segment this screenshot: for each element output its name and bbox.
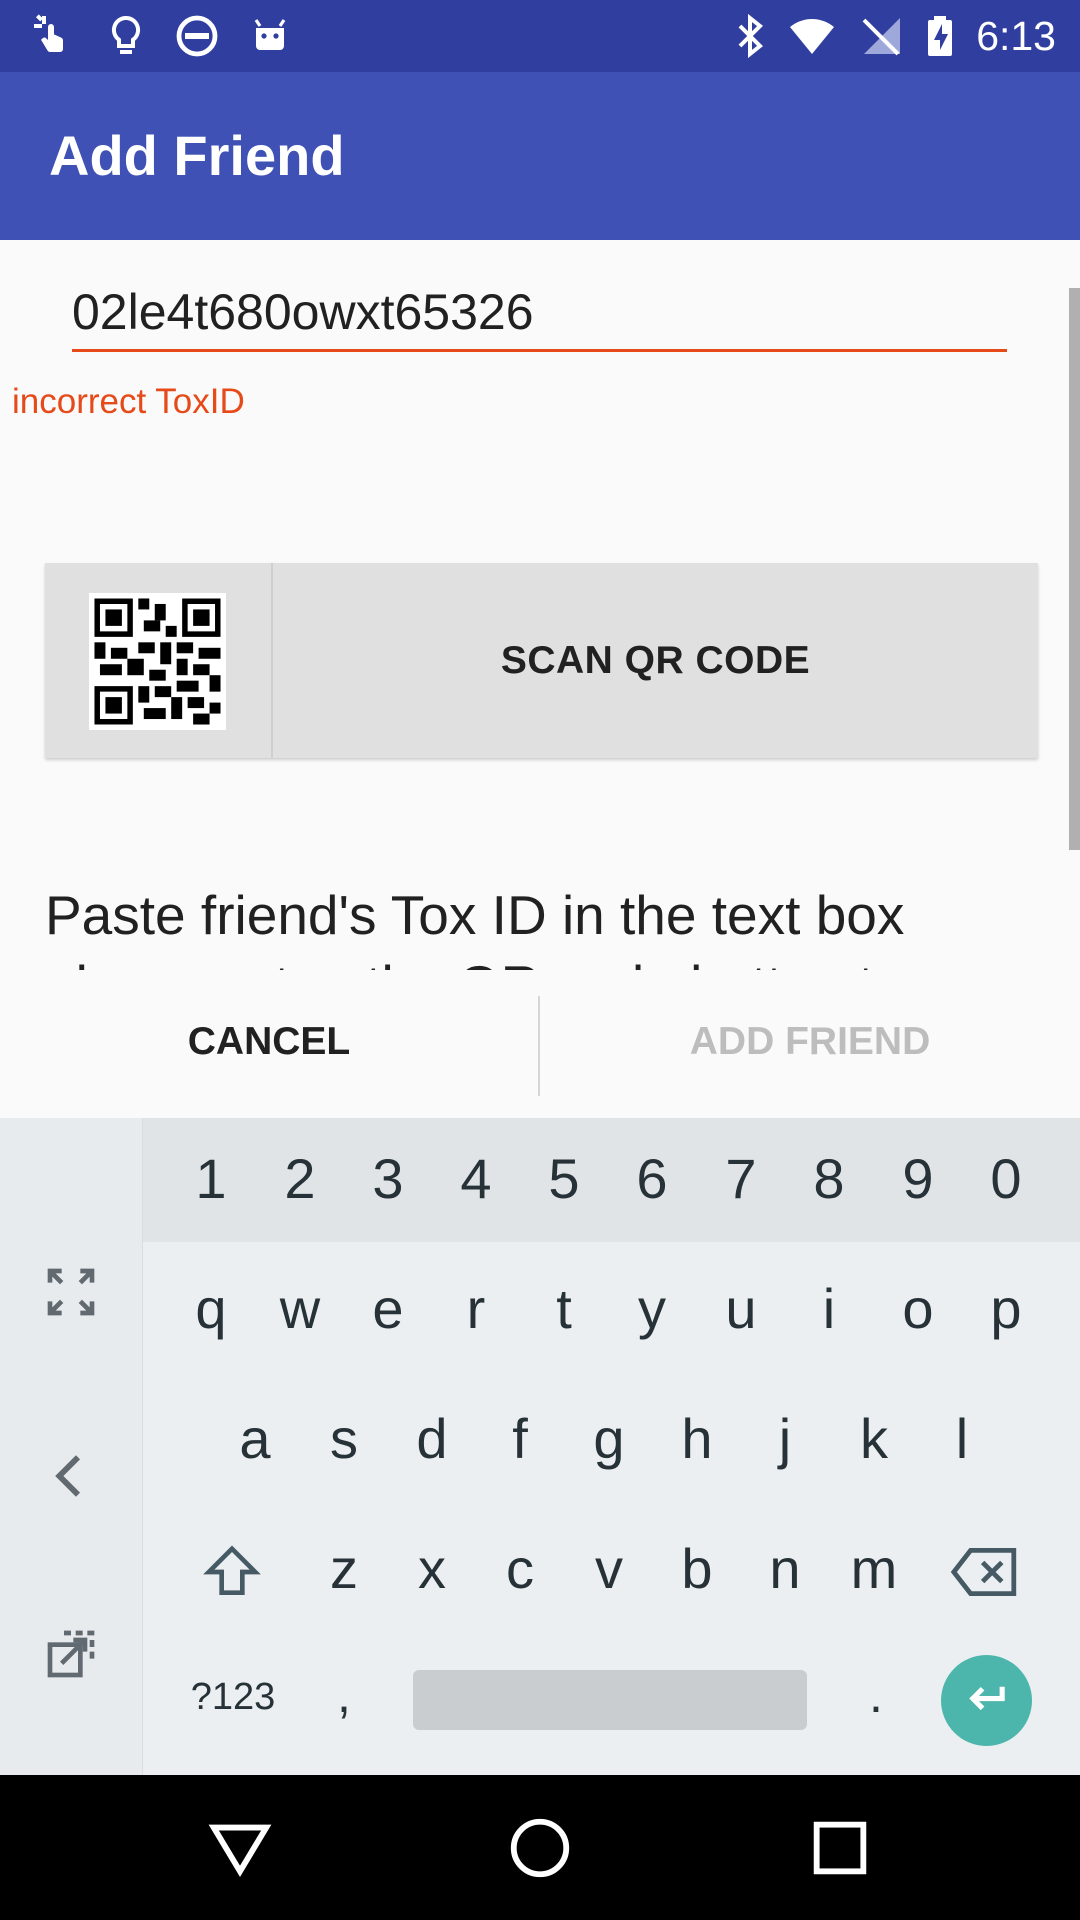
key-g[interactable]: g bbox=[584, 1406, 634, 1471]
key-y[interactable]: y bbox=[627, 1276, 677, 1341]
key-w[interactable]: w bbox=[275, 1276, 325, 1341]
period-key[interactable]: . bbox=[856, 1666, 896, 1724]
status-time: 6:13 bbox=[976, 13, 1056, 59]
key-6[interactable]: 6 bbox=[627, 1146, 677, 1211]
key-8[interactable]: 8 bbox=[804, 1146, 854, 1211]
key-c[interactable]: c bbox=[495, 1536, 545, 1601]
key-u[interactable]: u bbox=[716, 1276, 766, 1341]
comma-key[interactable]: , bbox=[324, 1666, 364, 1724]
dialog-actions: CANCEL ADD FRIEND bbox=[0, 970, 1080, 1113]
key-b[interactable]: b bbox=[672, 1536, 722, 1601]
back-triangle-icon[interactable] bbox=[205, 1813, 275, 1883]
key-k[interactable]: k bbox=[849, 1406, 899, 1471]
recents-square-icon[interactable] bbox=[805, 1813, 875, 1883]
key-n[interactable]: n bbox=[760, 1536, 810, 1601]
bluetooth-icon bbox=[738, 13, 763, 59]
lightbulb-icon bbox=[111, 15, 141, 54]
do-not-disturb-icon bbox=[176, 15, 218, 57]
key-p[interactable]: p bbox=[981, 1276, 1031, 1341]
key-z[interactable]: z bbox=[319, 1536, 369, 1601]
shift-icon[interactable] bbox=[201, 1541, 263, 1603]
enter-key[interactable] bbox=[941, 1655, 1032, 1746]
status-bar: 6:13 bbox=[0, 0, 1080, 72]
space-key[interactable] bbox=[413, 1670, 807, 1730]
symbols-key[interactable]: ?123 bbox=[183, 1676, 283, 1719]
key-1[interactable]: 1 bbox=[186, 1146, 236, 1211]
help-text-container: Paste friend's Tox ID in the text box ab… bbox=[45, 880, 1035, 970]
toxid-input[interactable] bbox=[72, 276, 1007, 348]
cancel-button[interactable]: CANCEL bbox=[0, 970, 538, 1113]
enter-arrow-icon bbox=[969, 1686, 1005, 1711]
keyboard-side-panel bbox=[0, 1118, 143, 1775]
key-e[interactable]: e bbox=[363, 1276, 413, 1341]
key-a[interactable]: a bbox=[230, 1406, 280, 1471]
battery-charging-icon bbox=[928, 16, 952, 56]
key-3[interactable]: 3 bbox=[363, 1146, 413, 1211]
key-9[interactable]: 9 bbox=[893, 1146, 943, 1211]
toxid-input-underline bbox=[72, 349, 1007, 352]
scan-qr-button[interactable]: SCAN QR CODE bbox=[45, 563, 1038, 758]
scrollbar[interactable] bbox=[1069, 288, 1080, 850]
key-4[interactable]: 4 bbox=[451, 1146, 501, 1211]
no-signal-icon bbox=[862, 18, 900, 56]
key-t[interactable]: t bbox=[539, 1276, 589, 1341]
home-circle-icon[interactable] bbox=[505, 1813, 575, 1883]
help-text: Paste friend's Tox ID in the text box ab… bbox=[45, 884, 905, 970]
key-j[interactable]: j bbox=[760, 1406, 810, 1471]
key-l[interactable]: l bbox=[937, 1406, 987, 1471]
qr-tile bbox=[45, 563, 273, 758]
chevron-left-icon[interactable] bbox=[43, 1448, 99, 1504]
key-o[interactable]: o bbox=[893, 1276, 943, 1341]
add-friend-button[interactable]: ADD FRIEND bbox=[540, 970, 1080, 1113]
key-s[interactable]: s bbox=[319, 1406, 369, 1471]
key-i[interactable]: i bbox=[804, 1276, 854, 1341]
key-x[interactable]: x bbox=[407, 1536, 457, 1601]
soft-keyboard: 1 2 3 4 5 6 7 8 9 0 q w e r t y u i o p … bbox=[0, 1118, 1080, 1775]
key-r[interactable]: r bbox=[451, 1276, 501, 1341]
touch-app-icon bbox=[34, 14, 63, 52]
toxid-error-text: incorrect ToxID bbox=[12, 382, 245, 421]
key-m[interactable]: m bbox=[849, 1536, 899, 1601]
backspace-icon[interactable] bbox=[949, 1543, 1021, 1601]
key-h[interactable]: h bbox=[672, 1406, 722, 1471]
wifi-icon bbox=[790, 19, 834, 54]
key-2[interactable]: 2 bbox=[275, 1146, 325, 1211]
app-bar: Add Friend bbox=[0, 72, 1080, 240]
key-v[interactable]: v bbox=[584, 1536, 634, 1601]
scan-qr-label: SCAN QR CODE bbox=[500, 639, 811, 682]
undock-keyboard-icon[interactable] bbox=[43, 1626, 99, 1682]
key-q[interactable]: q bbox=[186, 1276, 236, 1341]
qr-code-icon bbox=[89, 593, 226, 730]
key-7[interactable]: 7 bbox=[716, 1146, 766, 1211]
navigation-bar bbox=[0, 1775, 1080, 1920]
key-f[interactable]: f bbox=[495, 1406, 545, 1471]
key-0[interactable]: 0 bbox=[981, 1146, 1031, 1211]
page-title: Add Friend bbox=[49, 124, 345, 187]
android-icon bbox=[254, 19, 286, 50]
expand-icon[interactable] bbox=[43, 1264, 99, 1320]
key-d[interactable]: d bbox=[407, 1406, 457, 1471]
key-5[interactable]: 5 bbox=[539, 1146, 589, 1211]
